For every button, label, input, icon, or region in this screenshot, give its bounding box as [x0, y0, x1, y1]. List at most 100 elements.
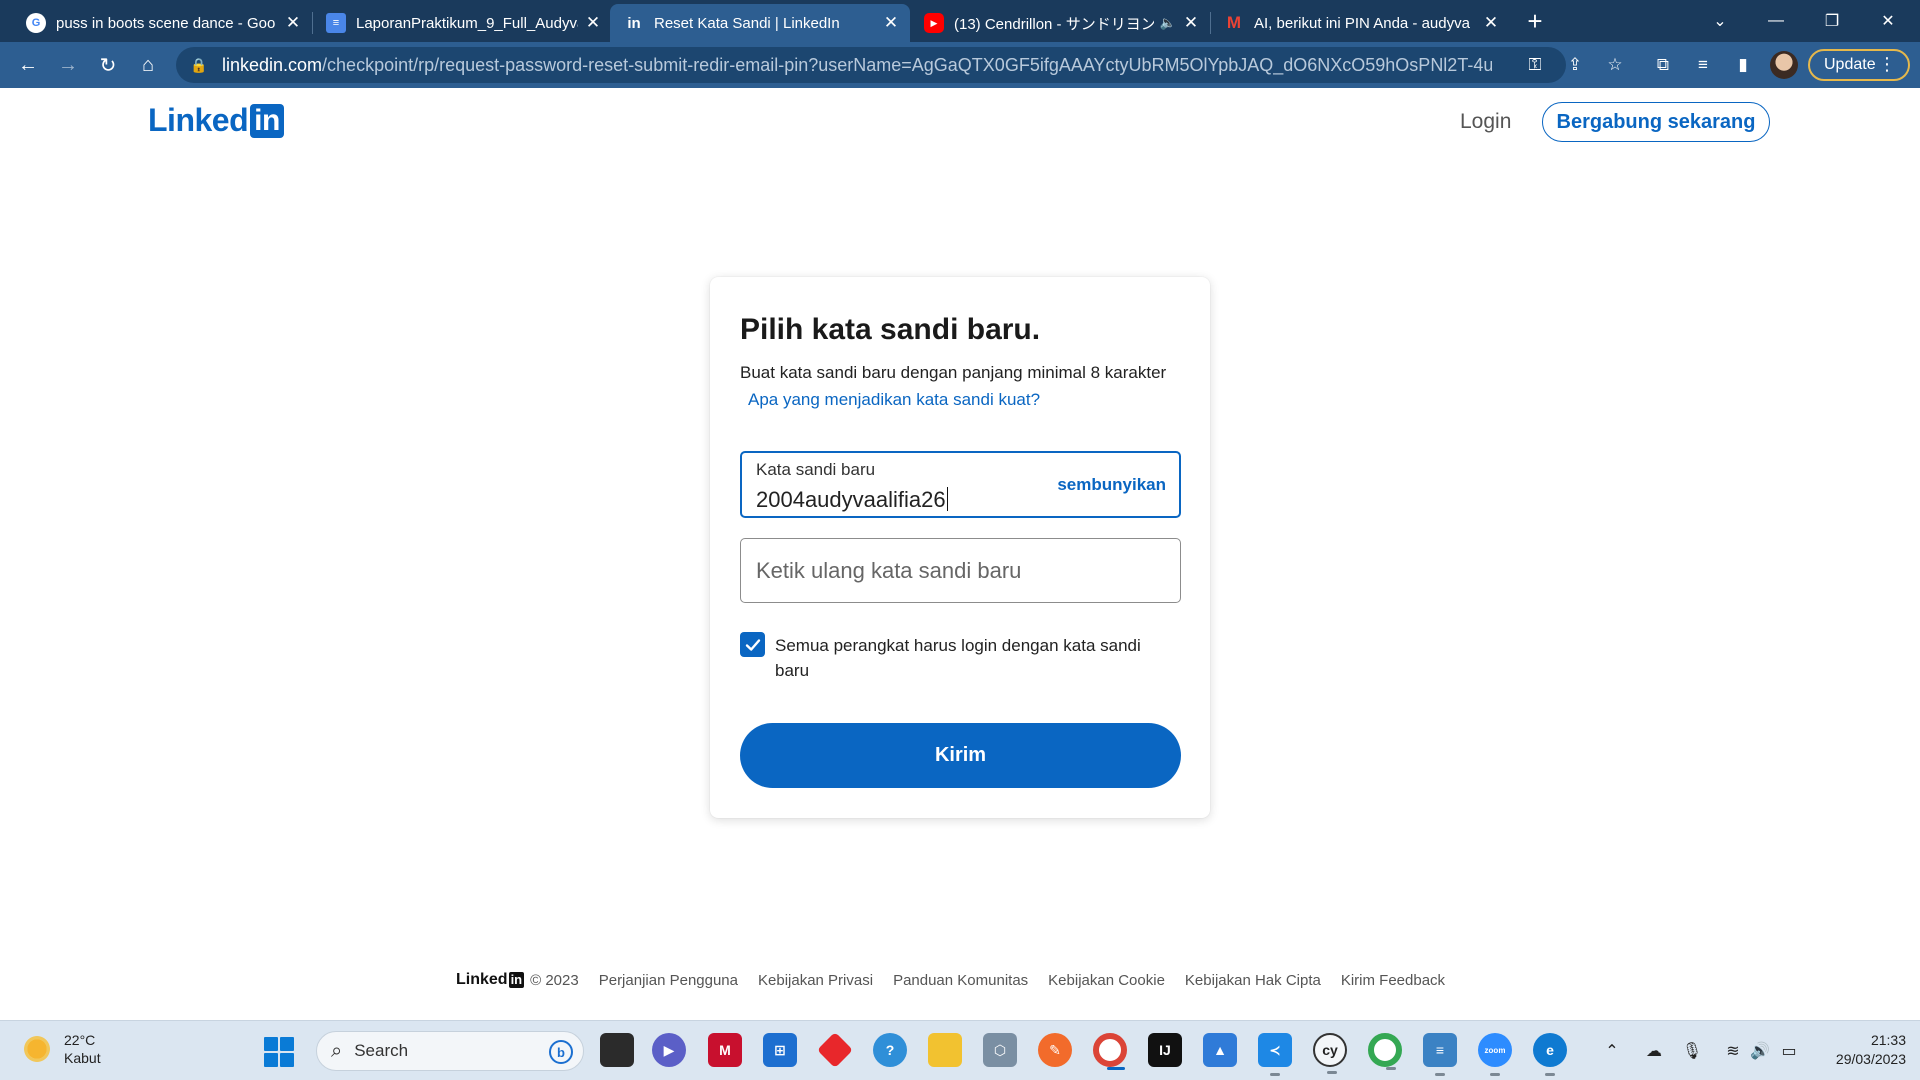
logout-all-devices-checkbox[interactable] [740, 632, 765, 657]
retype-password-input[interactable] [741, 539, 1180, 602]
more-menu-icon: ⋮ [1878, 54, 1896, 74]
close-icon[interactable]: ✕ [1182, 13, 1200, 33]
pen-app-icon[interactable]: ✎ [1038, 1033, 1072, 1067]
tab-search-chevron-icon[interactable]: ⌄ [1692, 0, 1748, 42]
wifi-icon[interactable]: ≋ [1720, 1039, 1746, 1063]
footer-copyright: © 2023 [530, 971, 579, 989]
bing-icon[interactable]: b [549, 1040, 573, 1064]
file-explorer-icon[interactable] [928, 1033, 962, 1067]
footer-logo-in-box: in [508, 972, 525, 988]
new-password-field[interactable]: Kata sandi baru 2004audyvaalifia26 sembu… [740, 451, 1181, 518]
browser-toolbar: ← → ↻ ⌂ 🔒 linkedin.com/checkpoint/rp/req… [0, 42, 1920, 88]
google-icon: G [26, 13, 46, 33]
start-button[interactable] [264, 1037, 294, 1067]
home-icon[interactable]: ⌂ [132, 49, 164, 81]
new-tab-button[interactable]: + [1520, 6, 1550, 36]
key-icon[interactable]: ⚿ [1518, 48, 1552, 82]
url-path: /checkpoint/rp/request-password-reset-su… [322, 54, 1493, 75]
checkbox-label[interactable]: Semua perangkat harus login dengan kata … [775, 633, 1175, 683]
url-host: linkedin.com [222, 54, 323, 75]
footer-link-copyright-policy[interactable]: Kebijakan Hak Cipta [1185, 972, 1321, 989]
media-queue-icon[interactable]: ≡ [1686, 48, 1720, 82]
strong-password-help-link[interactable]: Apa yang menjadikan kata sandi kuat? [748, 390, 1040, 410]
close-icon[interactable]: ✕ [284, 13, 302, 33]
bookmark-star-icon[interactable]: ☆ [1598, 48, 1632, 82]
search-icon: ⌕ [331, 1039, 343, 1062]
edge-icon[interactable]: e [1533, 1033, 1567, 1076]
docs-icon: ≡ [326, 13, 346, 33]
vscode-icon[interactable]: ≺ [1258, 1033, 1292, 1076]
notepad-icon[interactable]: ≡ [1423, 1033, 1457, 1076]
tab-gmail[interactable]: M AI, berikut ini PIN Anda - audyva ✕ [1210, 4, 1510, 42]
zoom-icon[interactable]: zoom [1478, 1033, 1512, 1076]
logo-in-box: in [250, 103, 284, 138]
taskbar-search[interactable]: ⌕ Search b [316, 1031, 584, 1071]
footer-link-user-agreement[interactable]: Perjanjian Pengguna [599, 972, 738, 989]
onedrive-icon[interactable]: ☁ [1640, 1039, 1668, 1063]
weather-fog-icon [22, 1034, 52, 1064]
chevron-up-icon[interactable]: ⌃ [1600, 1039, 1624, 1063]
microphone-icon[interactable]: 🎙 [1680, 1039, 1704, 1063]
speaker-icon[interactable]: 🔊 [1748, 1039, 1772, 1063]
avatar[interactable] [1770, 51, 1798, 79]
close-icon[interactable]: ✕ [584, 13, 602, 33]
back-arrow-icon[interactable]: ← [12, 49, 44, 81]
checkmark-icon [745, 638, 760, 651]
reset-password-card: Pilih kata sandi baru. Buat kata sandi b… [710, 277, 1210, 818]
red-diamond-app-icon[interactable] [816, 1031, 854, 1069]
help-icon[interactable]: ? [873, 1033, 907, 1067]
linkedin-logo[interactable]: Linked in [148, 102, 284, 139]
close-icon[interactable]: ✕ [882, 13, 900, 33]
address-bar[interactable]: 🔒 linkedin.com/checkpoint/rp/request-pas… [176, 47, 1566, 83]
join-now-button[interactable]: Bergabung sekarang [1542, 102, 1770, 142]
minimize-button[interactable]: — [1748, 0, 1804, 42]
clock[interactable]: 21:33 29/03/2023 [1810, 1031, 1906, 1069]
mcafee-icon[interactable]: M [708, 1033, 742, 1067]
battery-icon[interactable]: ▭ [1776, 1039, 1802, 1063]
cube-app-icon[interactable]: ⬡ [983, 1033, 1017, 1067]
tab-linkedin[interactable]: in Reset Kata Sandi | LinkedIn ✕ [610, 4, 910, 42]
chat-icon[interactable]: ▶ [652, 1033, 686, 1067]
tab-title: (13) Cendrillon - サンドリヨン | H [954, 15, 1154, 33]
window-close-button[interactable]: ✕ [1860, 0, 1916, 42]
tab-google-search[interactable]: G puss in boots scene dance - Goo ✕ [12, 4, 312, 42]
footer-link-cookie-policy[interactable]: Kebijakan Cookie [1048, 972, 1165, 989]
share-icon[interactable]: ⇪ [1558, 48, 1592, 82]
new-password-value[interactable]: 2004audyvaalifia26 [756, 487, 948, 513]
footer-link-privacy-policy[interactable]: Kebijakan Privasi [758, 972, 873, 989]
login-link[interactable]: Login [1460, 110, 1511, 134]
update-label: Update [1824, 56, 1876, 73]
chrome-profile-icon[interactable] [1368, 1033, 1402, 1070]
extensions-puzzle-icon[interactable]: ⧉ [1646, 48, 1680, 82]
footer-link-send-feedback[interactable]: Kirim Feedback [1341, 972, 1445, 989]
tab-title: LaporanPraktikum_9_Full_Audyva [356, 14, 578, 32]
tab-title: AI, berikut ini PIN Anda - audyva [1254, 14, 1470, 32]
linkedin-icon: in [627, 14, 641, 32]
update-button[interactable]: Update ⋮ [1808, 49, 1910, 81]
lock-icon[interactable]: 🔒 [190, 57, 212, 74]
reload-icon[interactable]: ↻ [92, 49, 124, 81]
store-icon[interactable]: ⊞ [763, 1033, 797, 1067]
side-panel-icon[interactable]: ▮ [1726, 48, 1760, 82]
tab-google-docs[interactable]: ≡ LaporanPraktikum_9_Full_Audyva ✕ [312, 4, 612, 42]
restore-button[interactable]: ❐ [1804, 0, 1860, 42]
photos-icon[interactable]: ▲ [1203, 1033, 1237, 1067]
tab-youtube[interactable]: ▶ (13) Cendrillon - サンドリヨン | H 🔈 ✕ [910, 4, 1210, 42]
weather-widget[interactable]: 22°C Kabut [22, 1031, 101, 1067]
search-label: Search [354, 1041, 409, 1060]
task-view-icon[interactable] [600, 1033, 634, 1067]
close-icon[interactable]: ✕ [1482, 13, 1500, 33]
retype-password-field[interactable] [740, 538, 1181, 603]
browser-tab-bar: G puss in boots scene dance - Goo ✕ ≡ La… [0, 0, 1920, 42]
cypress-icon[interactable]: cy [1313, 1033, 1347, 1074]
submit-button[interactable]: Kirim [740, 723, 1181, 788]
footer-link-community-guidelines[interactable]: Panduan Komunitas [893, 972, 1028, 989]
chrome-icon[interactable] [1093, 1033, 1127, 1070]
forward-arrow-icon[interactable]: → [52, 49, 84, 81]
speaker-icon[interactable]: 🔈 [1160, 15, 1176, 31]
clock-date: 29/03/2023 [1835, 1051, 1906, 1067]
youtube-icon: ▶ [924, 13, 944, 33]
page-title: Pilih kata sandi baru. [740, 313, 1041, 346]
intellij-icon[interactable]: IJ [1148, 1033, 1182, 1067]
hide-password-toggle[interactable]: sembunyikan [1057, 475, 1166, 495]
